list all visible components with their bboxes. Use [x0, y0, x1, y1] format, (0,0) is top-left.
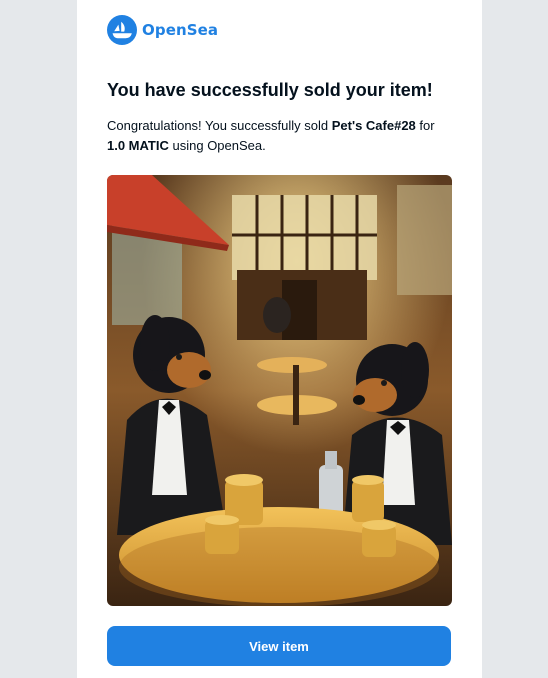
sale-message: Congratulations! You successfully sold P… [107, 116, 457, 156]
opensea-logo-icon [107, 15, 137, 45]
headline: You have successfully sold your item! [107, 80, 433, 100]
item-name[interactable]: Pet's Cafe#28 [332, 118, 416, 133]
sale-price: 1.0 MATIC [107, 138, 169, 153]
message-intro: Congratulations! You successfully sold [107, 118, 332, 133]
nft-artwork-image[interactable] [107, 175, 452, 606]
opensea-logo[interactable]: OpenSea [107, 15, 218, 45]
message-outro: using OpenSea. [168, 138, 266, 153]
message-mid: for [415, 118, 435, 133]
email-card: OpenSea You have successfully sold your … [77, 0, 482, 678]
brand-name: OpenSea [142, 21, 219, 39]
view-item-button[interactable]: View item [107, 626, 451, 666]
